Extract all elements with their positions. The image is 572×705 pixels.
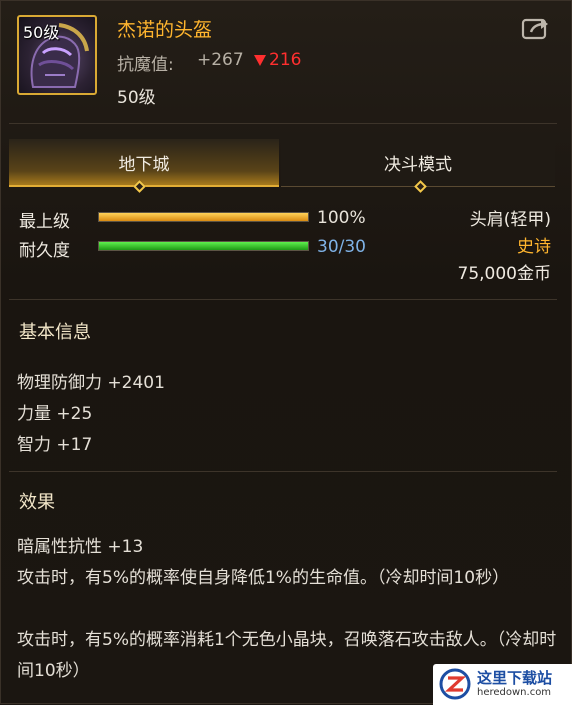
effect-line: 暗属性抗性 +13	[17, 537, 144, 557]
stat-line: 物理防御力 +2401	[17, 373, 165, 393]
tab-duel-mode[interactable]: 决斗模式	[281, 139, 555, 187]
required-level: 50级	[117, 88, 156, 108]
down-arrow-icon	[253, 52, 267, 66]
watermark-logo-icon	[439, 668, 471, 700]
durability-bar	[98, 241, 309, 251]
resist-diff: 216	[269, 50, 302, 70]
level-bar	[98, 212, 309, 222]
effects-title: 效果	[19, 492, 55, 513]
watermark-title: 这里下载站	[477, 669, 553, 687]
resist-value: +267	[197, 50, 244, 70]
divider	[9, 299, 557, 300]
level-label: 最上级	[19, 212, 70, 232]
watermark-url: heredown.com	[477, 687, 552, 698]
item-name: 杰诺的头盔	[117, 19, 213, 41]
tab-dungeon-label: 地下城	[118, 154, 170, 175]
durability-bar-fill	[99, 242, 308, 250]
tab-duel-mode-label: 决斗模式	[384, 155, 452, 175]
rarity: 史诗	[517, 237, 551, 257]
item-tooltip-panel: 50级 杰诺的头盔 抗魔值: +267 216 50级 地下城 决斗模式 最上级…	[0, 0, 572, 705]
divider	[9, 123, 557, 124]
icon-level-text: 50级	[23, 23, 60, 42]
price: 75,000金币	[457, 264, 551, 284]
stat-line: 智力 +17	[17, 435, 93, 455]
basic-info-title: 基本信息	[19, 322, 91, 343]
site-watermark: 这里下载站 heredown.com	[433, 664, 572, 705]
effect-line: 攻击时，有5%的概率使自身降低1%的生命值。（冷却时间10秒）	[17, 568, 510, 588]
slot-type: 头肩(轻甲)	[469, 210, 551, 230]
level-bar-fill	[99, 213, 308, 221]
divider	[9, 471, 557, 472]
resist-label: 抗魔值:	[117, 55, 174, 75]
helmet-icon: 50级	[17, 15, 97, 95]
share-icon[interactable]	[521, 16, 551, 42]
tab-dungeon[interactable]: 地下城	[9, 139, 279, 187]
stat-line: 力量 +25	[17, 404, 93, 424]
durability-value: 30/30	[317, 237, 366, 257]
level-value: 100%	[317, 208, 366, 228]
durability-label: 耐久度	[19, 241, 70, 261]
